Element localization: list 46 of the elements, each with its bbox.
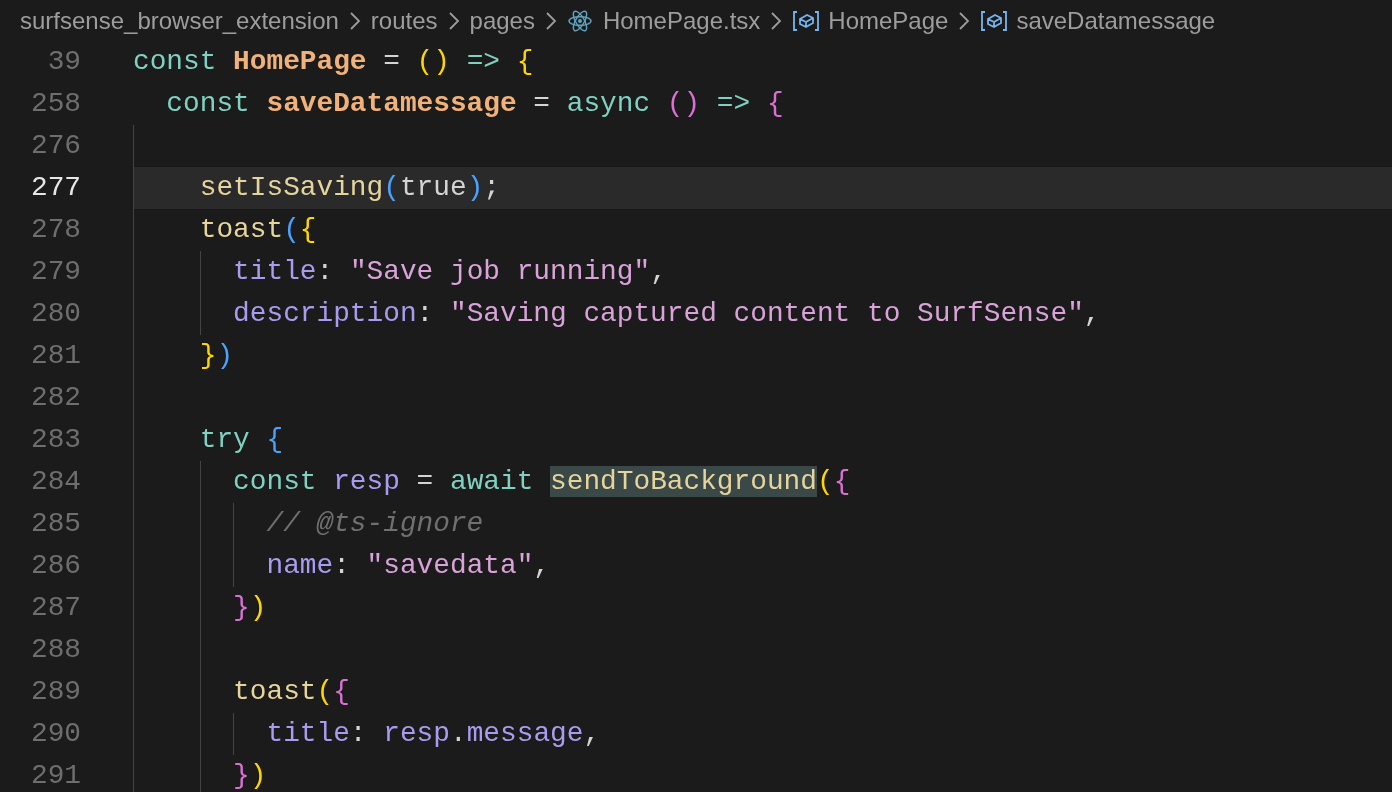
code-line: }) [232,760,267,791]
code-line: }) [232,592,267,623]
code-line: }) [198,340,234,371]
breadcrumb-item[interactable]: HomePage [792,2,949,39]
code-line: try { [198,424,284,455]
line-number: 276 [29,129,81,163]
breadcrumb-item[interactable]: HomePage.tsx [566,2,761,39]
code-line: const saveDatamessage = async () => { [165,88,784,119]
line-number: 39 [46,45,81,79]
line-number: 290 [29,717,81,751]
line-number: 286 [29,549,81,583]
line-number: 285 [29,507,81,541]
line-number: 291 [29,759,81,792]
line-number: 282 [29,381,81,415]
code-line: const resp = await sendToBackground({ [232,466,851,497]
chevron-icon [770,10,783,31]
code-line: // @ts-ignore [265,508,484,539]
code-line: name: "savedata", [265,550,551,581]
line-number: 279 [29,255,81,289]
breadcrumb-item[interactable]: routes [370,2,438,39]
line-number: 288 [29,633,81,667]
line-number: 277 [29,171,81,205]
breadcrumb-item[interactable]: saveDatamessage [980,2,1216,39]
code-line: toast({ [198,214,317,245]
code-line: title: resp.message, [265,718,601,749]
code-line: const HomePage = () => { [133,46,534,77]
line-number: 289 [29,675,81,709]
breadcrumb-item[interactable]: pages [469,2,535,39]
code-line: description: "Saving captured content to SurfSense", [232,298,1101,329]
line-number: 258 [29,87,81,121]
cube-bracket-icon [792,9,821,32]
cube-bracket-icon [980,9,1009,32]
code-line: title: "Save job running", [232,256,667,287]
code-line: setIsSaving(true); [198,172,500,203]
line-number: 284 [29,465,81,499]
line-number: 283 [29,423,81,457]
chevron-icon [348,10,361,31]
line-number: 278 [29,213,81,247]
chevron-icon [447,10,460,31]
chevron-icon [544,10,557,31]
line-number: 287 [29,591,81,625]
line-number: 281 [29,339,81,373]
chevron-icon [958,10,971,31]
line-number: 280 [29,297,81,331]
code-line: toast({ [232,676,350,707]
breadcrumb-item[interactable]: surfsense_browser_extension [20,2,339,39]
